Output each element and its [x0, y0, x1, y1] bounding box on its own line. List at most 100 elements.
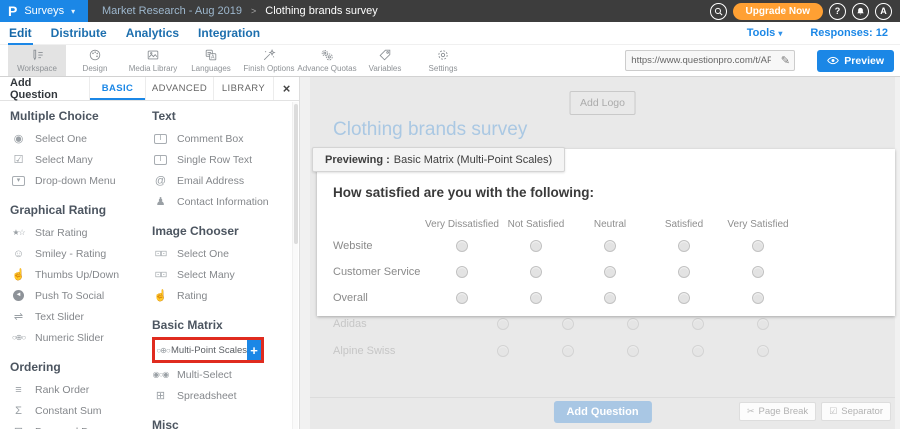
radio-button[interactable]: [752, 266, 764, 278]
toolbar-item-settings[interactable]: Settings: [414, 45, 472, 76]
eye-icon: [827, 56, 839, 65]
radio-button[interactable]: [530, 292, 542, 304]
star-icon: ★☆: [10, 228, 27, 237]
gear-icon: [436, 48, 450, 62]
radio-button[interactable]: [752, 240, 764, 252]
images-icon: ⊡⊡: [152, 249, 169, 258]
tab-library[interactable]: LIBRARY: [213, 77, 273, 100]
matrix-column-header: Neutral: [573, 219, 647, 230]
add-question-button[interactable]: Add Question: [553, 401, 651, 423]
previewing-tooltip: Previewing : Basic Matrix (Multi-Point S…: [312, 147, 565, 172]
nav-tab-distribute[interactable]: Distribute: [50, 23, 108, 43]
toolbar-item-workspace[interactable]: Workspace: [8, 45, 66, 76]
scrollbar-thumb[interactable]: [294, 104, 298, 244]
tab-advanced[interactable]: ADVANCED: [145, 77, 213, 100]
page-bottom-bar: Add Question ✂ Page Break ☑ Separator: [310, 397, 895, 429]
faded-row-label: Alpine Swiss: [333, 345, 470, 357]
radio-button[interactable]: [530, 266, 542, 278]
question-type-drag-and-drop[interactable]: ⊞ Drag and Drop: [10, 421, 152, 429]
question-type-email-address[interactable]: @ Email Address: [152, 170, 292, 191]
question-type-numeric-slider[interactable]: ○⊕○ Numeric Slider: [10, 327, 152, 348]
main-area: Add Logo Clothing brands survey Previewi…: [301, 77, 900, 429]
separator-button[interactable]: ☑ Separator: [821, 402, 891, 421]
add-question-type-button[interactable]: +: [247, 340, 261, 360]
toolbar-item-languages[interactable]: A Languages: [182, 45, 240, 76]
help-button[interactable]: ?: [829, 3, 846, 20]
radio-button[interactable]: [604, 292, 616, 304]
panel-header: Add Question BASIC ADVANCED LIBRARY ×: [0, 77, 299, 101]
radio-button[interactable]: [752, 292, 764, 304]
images-icon: ⊡⊡: [152, 270, 169, 279]
radio-button: [497, 318, 509, 330]
product-menu[interactable]: P Surveys ▾: [0, 0, 88, 22]
question-type-text-slider[interactable]: ⇌ Text Slider: [10, 306, 152, 327]
toolbar-item-advance-quotas[interactable]: Advance Quotas: [298, 45, 356, 76]
question-type-star-rating[interactable]: ★☆ Star Rating: [10, 222, 152, 243]
toolbar-item-finish-options[interactable]: Finish Options: [240, 45, 298, 76]
questionpro-logo: P: [8, 4, 17, 18]
tab-basic[interactable]: BASIC: [89, 77, 145, 100]
page-controls: ✂ Page Break ☑ Separator: [739, 402, 891, 421]
question-type-smiley-rating[interactable]: ☺ Smiley - Rating: [10, 243, 152, 264]
radio-button[interactable]: [456, 240, 468, 252]
question-type-image-rating[interactable]: ☝ Rating: [152, 285, 292, 306]
edit-url-icon[interactable]: ✎: [776, 54, 794, 67]
add-question-panel: Add Question BASIC ADVANCED LIBRARY × Mu…: [0, 77, 300, 429]
search-button[interactable]: [710, 3, 727, 20]
upgrade-now-button[interactable]: Upgrade Now: [733, 3, 823, 20]
notifications-button[interactable]: [852, 3, 869, 20]
radio-button[interactable]: [604, 240, 616, 252]
gears-icon: [320, 48, 334, 62]
question-type-thumbs-up-down[interactable]: ☝ Thumbs Up/Down: [10, 264, 152, 285]
image-icon: [146, 48, 160, 62]
question-type-push-to-social[interactable]: ◄ Push To Social: [10, 285, 152, 306]
question-type-constant-sum[interactable]: Σ Constant Sum: [10, 400, 152, 421]
toolbar-item-media-library[interactable]: Media Library: [124, 45, 182, 76]
radio-button: [562, 318, 574, 330]
radio-button: [627, 318, 639, 330]
panel-scrollbar[interactable]: [292, 102, 298, 429]
matrix-row-customer-service: Customer Service: [333, 259, 895, 285]
radio-button[interactable]: [678, 292, 690, 304]
question-type-image-select-many[interactable]: ⊡⊡ Select Many: [152, 264, 292, 285]
question-type-image-select-one[interactable]: ⊡⊡ Select One: [152, 243, 292, 264]
add-logo-button[interactable]: Add Logo: [569, 91, 636, 115]
nav-tab-analytics[interactable]: Analytics: [125, 23, 180, 43]
nav-tab-edit[interactable]: Edit: [8, 23, 33, 43]
preview-button[interactable]: Preview: [817, 50, 894, 72]
radio-button[interactable]: [678, 266, 690, 278]
share-icon: ◄: [13, 290, 24, 301]
page-break-button[interactable]: ✂ Page Break: [739, 402, 816, 421]
radio-button: [562, 345, 574, 357]
toolbar-item-variables[interactable]: Variables: [356, 45, 414, 76]
question-type-multi-select[interactable]: ◉○◉ Multi-Select: [152, 364, 292, 385]
nav-tab-integration[interactable]: Integration: [197, 23, 261, 43]
radio-button[interactable]: [530, 240, 542, 252]
question-type-comment-box[interactable]: I Comment Box: [152, 128, 292, 149]
question-type-spreadsheet[interactable]: ⊞ Spreadsheet: [152, 385, 292, 406]
radio-button[interactable]: [678, 240, 690, 252]
multi-point-icon: ○⊕○: [155, 346, 171, 355]
radio-button[interactable]: [456, 292, 468, 304]
avatar[interactable]: A: [875, 3, 892, 20]
text-field-icon: I: [154, 155, 167, 165]
palette-icon: [88, 48, 102, 62]
survey-url-input[interactable]: [626, 55, 776, 66]
question-type-select-one[interactable]: ◉ Select One: [10, 128, 152, 149]
tools-menu[interactable]: Tools ▾: [747, 27, 783, 39]
radio-button[interactable]: [604, 266, 616, 278]
toolbar-item-design[interactable]: Design: [66, 45, 124, 76]
responses-count[interactable]: Responses: 12: [810, 27, 888, 39]
dropdown-icon: ▾: [12, 176, 25, 186]
question-type-single-row-text[interactable]: I Single Row Text: [152, 149, 292, 170]
question-type-select-many[interactable]: ☑ Select Many: [10, 149, 152, 170]
question-type-contact-information[interactable]: ♟ Contact Information: [152, 191, 292, 212]
breadcrumb-parent[interactable]: Market Research - Aug 2019: [102, 5, 242, 17]
question-type-rank-order[interactable]: ≡ Rank Order: [10, 379, 152, 400]
close-icon[interactable]: ×: [273, 77, 299, 100]
question-type-multi-point-scales[interactable]: ○⊕○ Multi-Point Scales +: [152, 337, 264, 363]
panel-title: Add Question: [0, 77, 89, 100]
radio-button: [692, 345, 704, 357]
question-type-dropdown-menu[interactable]: ▾ Drop-down Menu: [10, 170, 152, 191]
radio-button[interactable]: [456, 266, 468, 278]
